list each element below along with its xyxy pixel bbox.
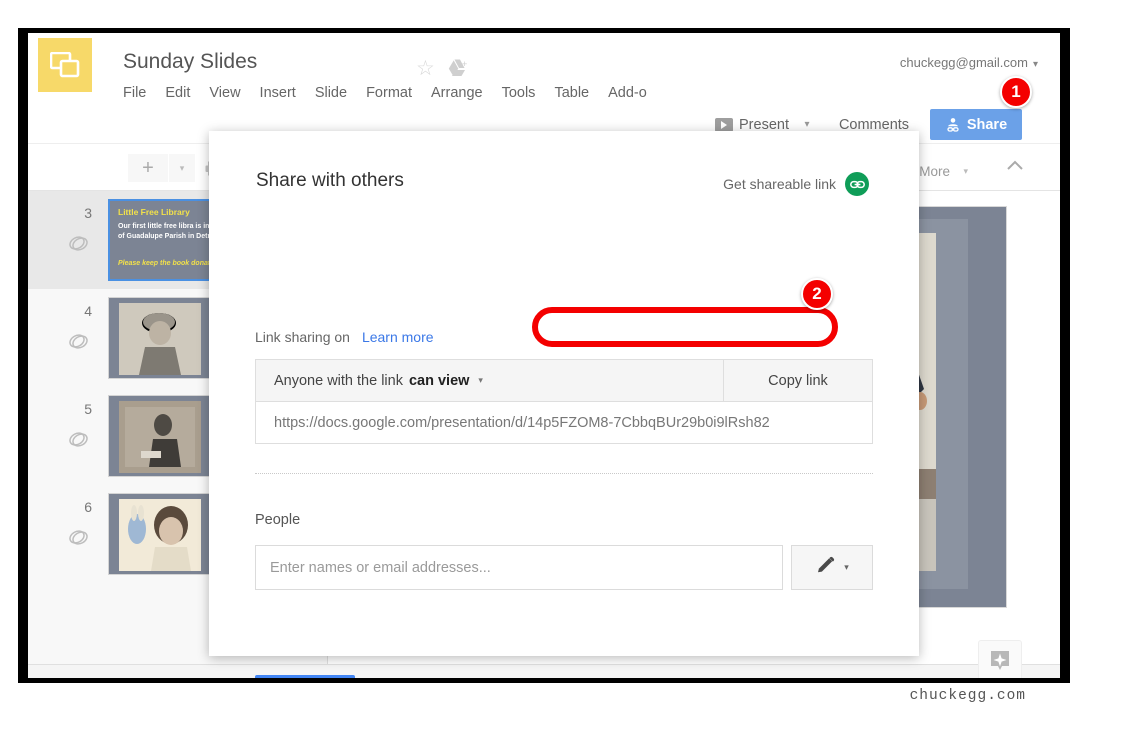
explore-button[interactable]	[978, 640, 1022, 678]
screenshot-root: Sunday Slides ☆ + File Edit View Insert	[0, 0, 1146, 750]
dialog-divider	[255, 473, 873, 474]
get-shareable-link-label: Get shareable link	[723, 176, 836, 192]
permission-dropdown[interactable]: ▾	[791, 545, 873, 590]
slide-thumb-title: Little Free Library	[118, 207, 190, 217]
toolbar-more-caret[interactable]: ▾	[963, 166, 968, 177]
menu-item-file[interactable]: File	[123, 85, 146, 101]
annotation-highlight-doc-id	[532, 307, 838, 347]
share-dialog[interactable]: Share with others Get shareable link Lin…	[209, 131, 919, 678]
page-title[interactable]: Sunday Slides	[123, 50, 257, 74]
annotation-badge-2: 2	[801, 278, 833, 310]
slide-number: 4	[84, 303, 92, 319]
menu-item-addons[interactable]: Add-o	[608, 85, 647, 101]
play-icon	[715, 117, 733, 132]
access-prefix-label: Anyone with the link	[274, 372, 403, 389]
person-link-icon	[945, 117, 961, 133]
slide-photo	[119, 499, 201, 571]
chevron-down-icon: ▾	[478, 375, 483, 385]
account-email-label: chuckegg@gmail.com	[899, 55, 1028, 70]
star-icon[interactable]: ☆	[416, 58, 435, 79]
account-email[interactable]: chuckegg@gmail.com ▾	[900, 55, 1038, 70]
done-button[interactable]: Done	[255, 675, 355, 678]
slide-photo	[119, 401, 201, 473]
pencil-icon	[815, 555, 836, 581]
slide-number: 5	[84, 401, 92, 417]
slide-photo	[119, 303, 201, 375]
menu-item-format[interactable]: Format	[366, 85, 412, 101]
duplicate-slides-icon	[68, 331, 90, 356]
menu-item-insert[interactable]: Insert	[260, 85, 296, 101]
link-icon	[845, 172, 869, 196]
slide-number: 6	[84, 499, 92, 515]
chevron-up-icon[interactable]	[1005, 159, 1025, 177]
duplicate-slides-icon	[68, 527, 90, 552]
share-label: Share	[966, 116, 1008, 133]
dialog-title: Share with others	[256, 170, 404, 191]
explore-sparkle-icon	[988, 648, 1012, 677]
menu-bar: File Edit View Insert Slide Format Arran…	[123, 85, 647, 101]
people-input[interactable]: Enter names or email addresses...	[255, 545, 783, 590]
menu-item-slide[interactable]: Slide	[315, 85, 347, 101]
menu-item-table[interactable]: Table	[554, 85, 589, 101]
browser-window-frame: Sunday Slides ☆ + File Edit View Insert	[18, 28, 1070, 683]
people-section-label: People	[255, 512, 301, 528]
watermark: chuckegg.com	[909, 688, 1026, 704]
drive-move-icon[interactable]: +	[448, 58, 468, 82]
toolbar-more-label[interactable]: More	[919, 164, 950, 179]
bottom-status-bar	[28, 664, 1060, 678]
app-header: Sunday Slides ☆ + File Edit View Insert	[28, 33, 1060, 140]
link-access-dropdown[interactable]: Anyone with the link can view ▾	[256, 360, 724, 401]
learn-more-link[interactable]: Learn more	[362, 329, 434, 345]
link-sharing-label: Link sharing on	[255, 329, 350, 345]
browser-viewport: Sunday Slides ☆ + File Edit View Insert	[28, 33, 1060, 678]
copy-link-button[interactable]: Copy link	[724, 360, 872, 401]
chevron-down-icon: ▾	[844, 562, 849, 572]
slides-logo-icon[interactable]	[38, 38, 92, 92]
duplicate-slides-icon	[68, 429, 90, 454]
slide-number: 3	[84, 205, 92, 221]
get-shareable-link-button[interactable]: Get shareable link	[723, 172, 869, 196]
access-value-label: can view	[408, 372, 470, 389]
svg-text:+: +	[462, 59, 467, 69]
menu-item-arrange[interactable]: Arrange	[431, 85, 483, 101]
shareable-url-field[interactable]: https://docs.google.com/presentation/d/1…	[255, 402, 873, 444]
annotation-badge-1: 1	[1000, 76, 1032, 108]
menu-item-edit[interactable]: Edit	[165, 85, 190, 101]
link-sharing-row: Link sharing on Learn more	[255, 329, 434, 345]
people-input-placeholder: Enter names or email addresses...	[270, 559, 491, 576]
add-slide-caret[interactable]: ▾	[169, 154, 195, 182]
chevron-down-icon: ▾	[1032, 59, 1038, 70]
add-slide-button[interactable]: +	[128, 154, 168, 182]
share-button[interactable]: Share	[930, 109, 1022, 140]
menu-item-tools[interactable]: Tools	[502, 85, 536, 101]
link-access-bar: Anyone with the link can view ▾ Copy lin…	[255, 359, 873, 402]
duplicate-slides-icon	[68, 233, 90, 258]
menu-item-view[interactable]: View	[209, 85, 240, 101]
